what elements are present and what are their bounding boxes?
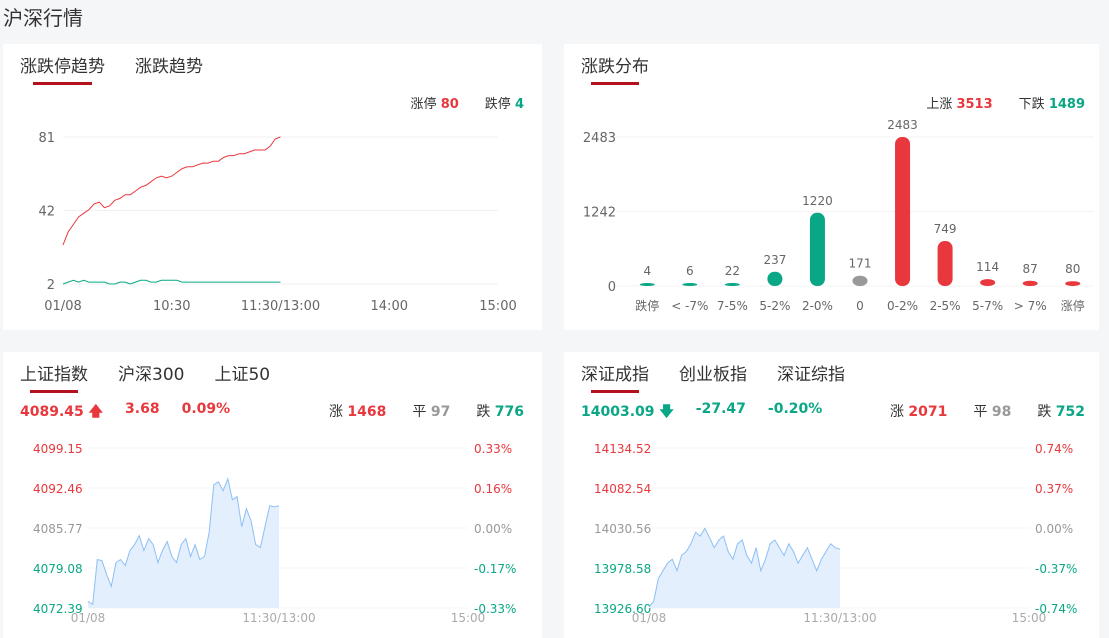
y-right-label: 0.37% bbox=[1035, 482, 1073, 496]
x-tick-label: 11:30/13:00 bbox=[241, 299, 320, 314]
bar bbox=[724, 283, 740, 286]
x-tick-label: 11:30/13:00 bbox=[242, 611, 315, 625]
x-tick-label: 11:30/13:00 bbox=[803, 611, 876, 625]
sz-index-panel: 深证成指 创业板指 深证综指 14003.09 🡇 -27.47 -0.20% … bbox=[564, 352, 1099, 638]
y-left-label: 4092.46 bbox=[33, 482, 83, 496]
bar-value-label: 749 bbox=[934, 222, 957, 236]
limit-trend-chart: 81 42 2 01/08 10:30 11:30/13:00 14:00 15:00 bbox=[38, 131, 516, 314]
bar-value-label: 237 bbox=[763, 253, 786, 267]
distribution-panel: 涨跌分布 上涨 3513 下跌 1489 2483 1242 0 4 跌停 6 < -7% 2… bbox=[564, 44, 1099, 330]
bar-value-label: 22 bbox=[725, 264, 740, 278]
bar-value-label: 114 bbox=[976, 260, 999, 274]
sh-intraday-chart: 4099.15 0.33% 4092.46 0.16% 4085.77 0.00% 4079… bbox=[33, 442, 516, 625]
sz-intraday-chart: 14134.52 0.74% 14082.54 0.37% 14030.56 0.00% 1… bbox=[594, 442, 1077, 625]
x-tick-label: 5-7% bbox=[972, 299, 1003, 313]
bar-value-label: 2483 bbox=[887, 118, 918, 132]
y-left-label: 13978.58 bbox=[594, 562, 651, 576]
y-tick-label: 42 bbox=[38, 205, 55, 220]
y-right-label: 0.33% bbox=[474, 442, 512, 456]
x-tick-label: 15:00 bbox=[479, 299, 516, 314]
page-title: 沪深行情 bbox=[3, 6, 83, 30]
bar bbox=[895, 137, 911, 286]
y-left-label: 4079.08 bbox=[33, 562, 83, 576]
y-tick-label: 2483 bbox=[583, 131, 616, 146]
bar bbox=[682, 283, 698, 286]
limit-up-line bbox=[62, 136, 281, 246]
bar bbox=[937, 241, 953, 286]
bar-value-label: 80 bbox=[1065, 262, 1080, 276]
x-tick-label: 0-2% bbox=[887, 299, 918, 313]
y-left-label: 4099.15 bbox=[33, 442, 83, 456]
distribution-chart: 2483 1242 0 4 跌停 6 < -7% 22 7-5% 237 5-2% 1220 2-0% 1… bbox=[583, 118, 1094, 313]
price-area bbox=[88, 478, 279, 608]
x-tick-label: 0 bbox=[856, 299, 864, 313]
x-tick-label: 01/08 bbox=[44, 299, 81, 314]
x-tick-label: 15:00 bbox=[1012, 611, 1047, 625]
x-tick-label: > 7% bbox=[1014, 299, 1047, 313]
y-tick-label: 2 bbox=[47, 278, 55, 293]
limit-down-line bbox=[62, 279, 281, 285]
bar-value-label: 6 bbox=[686, 264, 694, 278]
y-left-label: 14134.52 bbox=[594, 442, 651, 456]
x-tick-label: 7-5% bbox=[717, 299, 748, 313]
y-left-label: 4085.77 bbox=[33, 522, 83, 536]
bar bbox=[639, 283, 655, 286]
x-tick-label: 01/08 bbox=[71, 611, 106, 625]
y-tick-label: 0 bbox=[608, 280, 616, 295]
x-tick-label: 5-2% bbox=[759, 299, 790, 313]
y-right-label: -0.17% bbox=[474, 562, 516, 576]
bar-value-label: 171 bbox=[849, 257, 872, 271]
bar-value-label: 87 bbox=[1023, 262, 1038, 276]
x-tick-label: 2-5% bbox=[930, 299, 961, 313]
bar-value-label: 4 bbox=[643, 264, 651, 278]
bar bbox=[1022, 280, 1038, 286]
x-tick-label: 跌停 bbox=[635, 298, 659, 313]
y-right-label: 0.00% bbox=[474, 522, 512, 536]
y-right-label: 0.00% bbox=[1035, 522, 1073, 536]
x-tick-label: 10:30 bbox=[153, 299, 190, 314]
y-right-label: -0.37% bbox=[1035, 562, 1077, 576]
x-tick-label: 01/08 bbox=[632, 611, 667, 625]
y-right-label: 0.16% bbox=[474, 482, 512, 496]
x-tick-label: 2-0% bbox=[802, 299, 833, 313]
sh-index-panel: 上证指数 沪深300 上证50 4089.45 🡅 3.68 0.09% 涨 1… bbox=[3, 352, 542, 638]
x-tick-label: 涨停 bbox=[1061, 298, 1085, 313]
y-tick-label: 81 bbox=[38, 131, 55, 146]
limit-trend-panel: 涨跌停趋势 涨跌趋势 涨停 80 跌停 4 81 42 2 01/08 10:30 11:… bbox=[3, 44, 542, 330]
bar bbox=[852, 275, 868, 286]
bar-value-label: 1220 bbox=[802, 194, 833, 208]
bar bbox=[809, 212, 825, 286]
y-left-label: 14030.56 bbox=[594, 522, 651, 536]
bar bbox=[767, 271, 783, 286]
y-right-label: 0.74% bbox=[1035, 442, 1073, 456]
x-tick-label: 14:00 bbox=[371, 299, 408, 314]
y-left-label: 14082.54 bbox=[594, 482, 651, 496]
bar bbox=[980, 279, 996, 286]
y-tick-label: 1242 bbox=[583, 206, 616, 221]
x-tick-label: < -7% bbox=[671, 299, 708, 313]
bar bbox=[1065, 281, 1081, 286]
x-tick-label: 15:00 bbox=[451, 611, 486, 625]
